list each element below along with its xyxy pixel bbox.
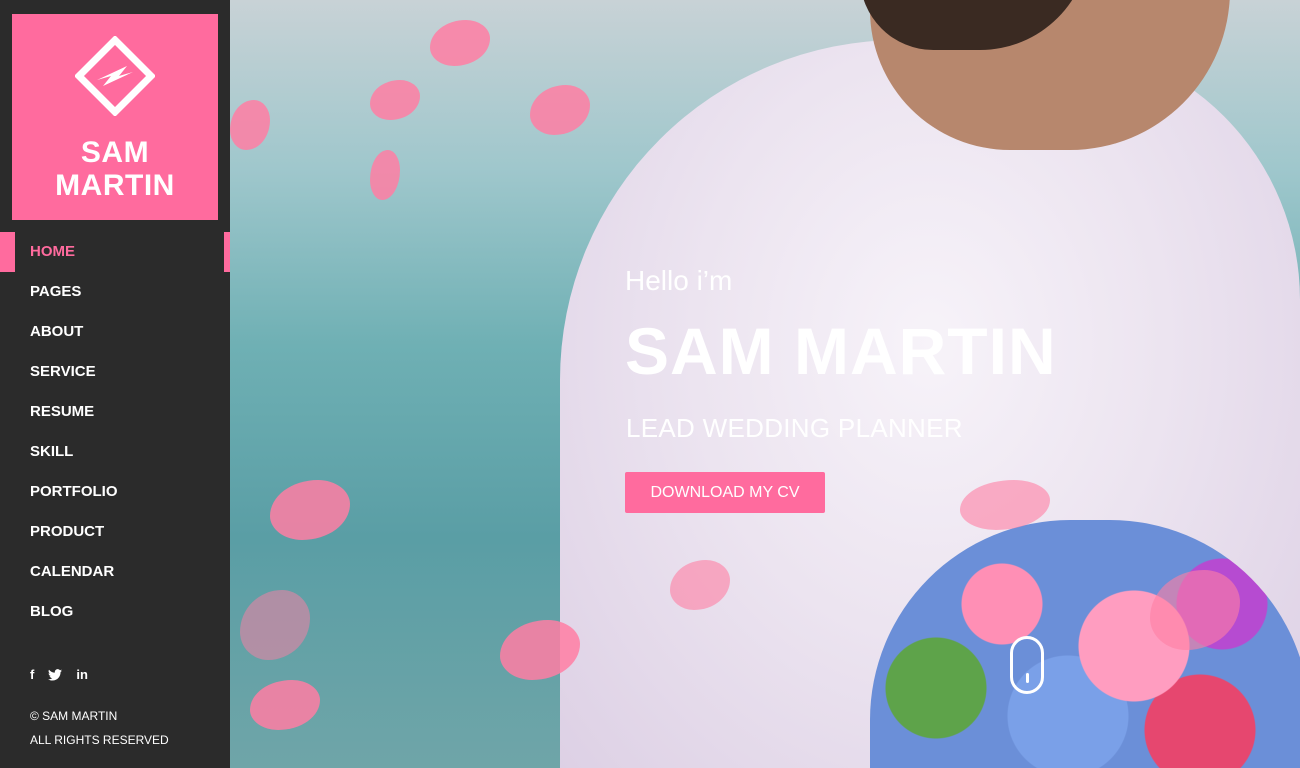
main-nav: HOME PAGES ABOUT SERVICE RESUME SKILL PO… [0, 232, 230, 632]
petal-decoration [370, 80, 420, 120]
facebook-icon[interactable]: f [30, 667, 34, 682]
rights-text: ALL RIGHTS RESERVED [30, 733, 169, 747]
nav-item-resume[interactable]: RESUME [0, 392, 230, 432]
hero-role: LEAD WEDDING PLANNER [626, 413, 963, 443]
petal-decoration [250, 680, 320, 730]
petal-decoration [270, 480, 350, 540]
nav-item-blog[interactable]: BLOG [0, 592, 230, 632]
sidebar: SAM MARTIN HOME PAGES ABOUT SERVICE RESU… [0, 0, 230, 768]
social-links: f in [30, 667, 88, 682]
logo-diamond-icon [75, 36, 155, 116]
nav-item-about[interactable]: ABOUT [0, 312, 230, 352]
petal-decoration [230, 100, 270, 150]
brand-name: SAM MARTIN [55, 136, 175, 202]
brand-line-1: SAM [80, 136, 150, 169]
hero-greeting: Hello i’m [625, 265, 733, 296]
hero-banner: Hello i’m SAM MARTIN LEAD WEDDING PLANNE… [230, 0, 1300, 768]
nav-item-calendar[interactable]: CALENDAR [0, 552, 230, 592]
petal-decoration [530, 85, 590, 135]
nav-item-pages[interactable]: PAGES [0, 272, 230, 312]
nav-item-service[interactable]: SERVICE [0, 352, 230, 392]
nav-item-home[interactable]: HOME [0, 232, 230, 272]
nav-item-portfolio[interactable]: PORTFOLIO [0, 472, 230, 512]
petal-decoration [240, 590, 310, 660]
twitter-icon[interactable] [48, 668, 63, 681]
nav-item-product[interactable]: PRODUCT [0, 512, 230, 552]
logo[interactable]: SAM MARTIN [12, 14, 218, 220]
hero-name: SAM MARTIN [625, 314, 1057, 388]
footer: © SAM MARTIN ALL RIGHTS RESERVED [30, 704, 169, 752]
petal-decoration [370, 150, 400, 200]
download-cv-button[interactable]: DOWNLOAD MY CV [625, 472, 825, 513]
linkedin-icon[interactable]: in [76, 667, 88, 682]
nav-item-skill[interactable]: SKILL [0, 432, 230, 472]
copyright-text: © SAM MARTIN [30, 709, 118, 723]
petal-decoration [430, 20, 490, 66]
brand-line-2: MARTIN [55, 169, 175, 202]
scroll-down-mouse-icon[interactable] [1010, 636, 1044, 694]
